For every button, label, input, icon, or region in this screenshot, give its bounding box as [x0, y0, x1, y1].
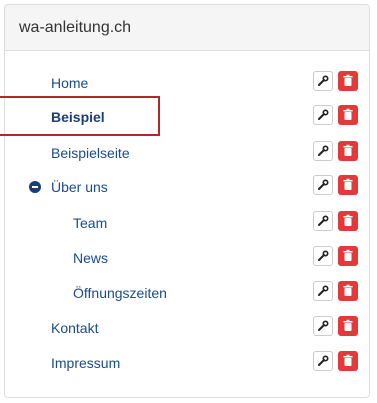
trash-icon — [343, 214, 353, 226]
page-link-ueber-uns[interactable]: Über uns — [51, 169, 108, 205]
wrench-icon — [318, 355, 329, 366]
page-link-kontakt[interactable]: Kontakt — [51, 310, 98, 346]
edit-button[interactable] — [313, 105, 333, 125]
edit-button[interactable] — [313, 175, 333, 195]
page-row-oeffnungszeiten: Öffnungszeiten — [5, 275, 369, 311]
edit-button[interactable] — [313, 211, 333, 231]
page-row-news: News — [5, 240, 369, 276]
page-link-impressum[interactable]: Impressum — [51, 345, 120, 381]
page-link-beispielseite[interactable]: Beispielseite — [51, 135, 130, 171]
delete-button[interactable] — [338, 281, 358, 301]
delete-button[interactable] — [338, 246, 358, 266]
page-link-oeffnungszeiten[interactable]: Öffnungszeiten — [73, 275, 167, 311]
page-row-impressum: Impressum — [5, 345, 369, 381]
trash-icon — [343, 249, 353, 261]
delete-button[interactable] — [338, 71, 358, 91]
page-row-ueber-uns: Über uns — [5, 169, 369, 205]
delete-button[interactable] — [338, 351, 358, 371]
wrench-icon — [318, 179, 329, 190]
page-row-team: Team — [5, 205, 369, 241]
trash-icon — [343, 178, 353, 190]
page-row-beispielseite: Beispielseite — [5, 135, 369, 171]
delete-button[interactable] — [338, 105, 358, 125]
delete-button[interactable] — [338, 175, 358, 195]
wrench-icon — [318, 320, 329, 331]
panel-title: wa-anleitung.ch — [5, 5, 369, 51]
trash-icon — [343, 108, 353, 120]
edit-button[interactable] — [313, 316, 333, 336]
delete-button[interactable] — [338, 141, 358, 161]
trash-icon — [343, 74, 353, 86]
page-tree-panel: wa-anleitung.ch Home Beispiel Beispielse… — [4, 4, 370, 398]
page-link-team[interactable]: Team — [73, 205, 107, 241]
edit-button[interactable] — [313, 71, 333, 91]
edit-button[interactable] — [313, 281, 333, 301]
page-link-news[interactable]: News — [73, 240, 108, 276]
delete-button[interactable] — [338, 211, 358, 231]
wrench-icon — [318, 109, 329, 120]
wrench-icon — [318, 285, 329, 296]
highlight-annotation-box — [0, 96, 160, 136]
wrench-icon — [318, 215, 329, 226]
edit-button[interactable] — [313, 141, 333, 161]
wrench-icon — [318, 75, 329, 86]
wrench-icon — [318, 145, 329, 156]
delete-button[interactable] — [338, 316, 358, 336]
trash-icon — [343, 354, 353, 366]
wrench-icon — [318, 250, 329, 261]
edit-button[interactable] — [313, 246, 333, 266]
trash-icon — [343, 144, 353, 156]
edit-button[interactable] — [313, 351, 333, 371]
page-row-kontakt: Kontakt — [5, 310, 369, 346]
trash-icon — [343, 284, 353, 296]
trash-icon — [343, 319, 353, 331]
minus-circle-icon[interactable] — [29, 181, 41, 193]
